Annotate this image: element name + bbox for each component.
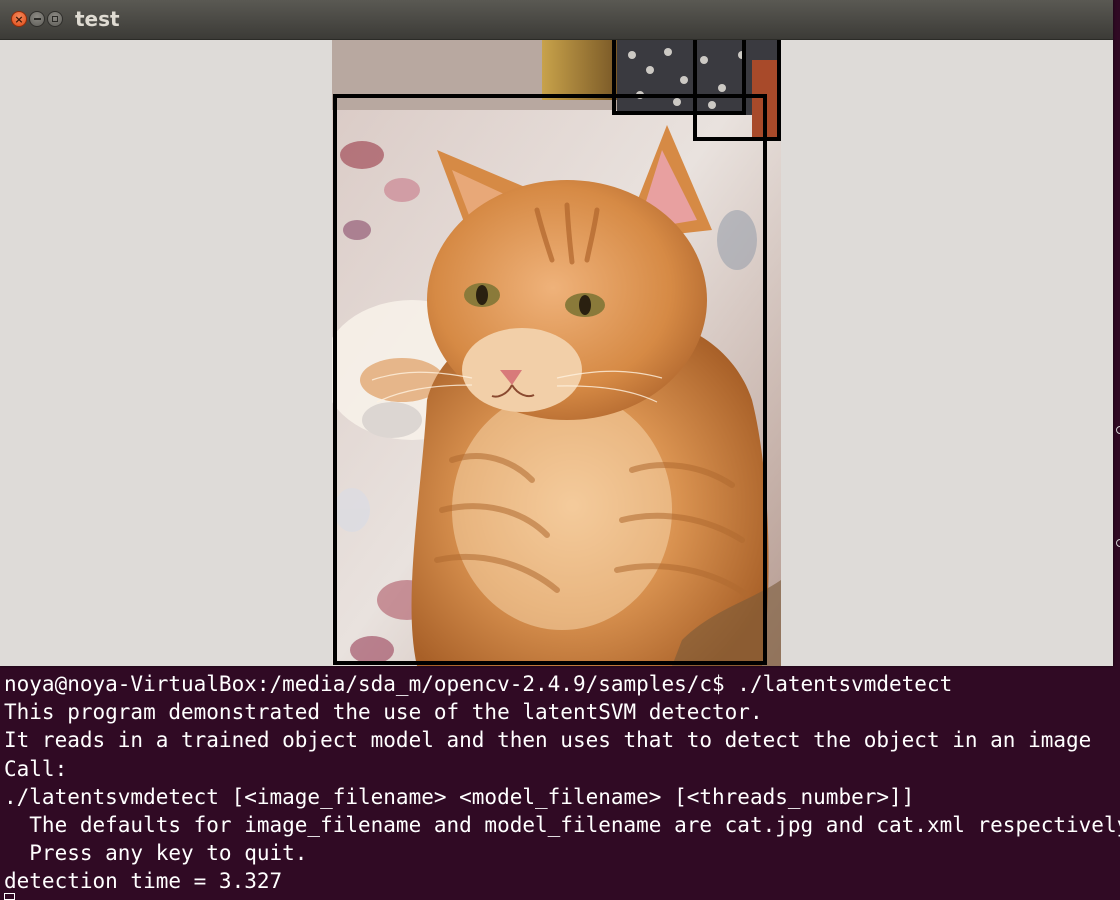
resize-handle-marker: [1116, 426, 1120, 434]
minimize-icon: [33, 18, 41, 20]
image-canvas: [332, 40, 781, 666]
terminal-line: The defaults for image_filename and mode…: [4, 812, 1120, 837]
terminal-line: Call:: [4, 756, 68, 781]
maximize-window-button[interactable]: [47, 11, 63, 27]
detection-box-cat: [333, 94, 767, 665]
terminal-line-prompt: noya@noya-VirtualBox:/media/sda_m/opencv…: [4, 672, 953, 696]
terminal-line-result: detection time = 3.327: [4, 869, 283, 894]
terminal-line: Press any key to quit.: [4, 841, 308, 866]
window-titlebar[interactable]: × test: [0, 0, 1113, 40]
close-icon: ×: [14, 12, 24, 26]
window-title: test: [75, 7, 120, 31]
maximize-icon: [52, 16, 58, 22]
terminal-line: It reads in a trained object model and t…: [4, 728, 1092, 753]
detection-box-top-right: [693, 40, 781, 141]
terminal-cursor: [4, 893, 15, 900]
terminal-output: noya@noya-VirtualBox:/media/sda_m/opencv…: [4, 670, 1120, 896]
close-window-button[interactable]: ×: [11, 11, 27, 27]
terminal-line: This program demonstrated the use of the…: [4, 700, 763, 725]
resize-handle-marker: [1116, 539, 1120, 547]
opencv-image-window[interactable]: × test: [0, 0, 1113, 666]
minimize-window-button[interactable]: [29, 11, 45, 27]
terminal-line: ./latentsvmdetect [<image_filename> <mod…: [4, 784, 915, 809]
